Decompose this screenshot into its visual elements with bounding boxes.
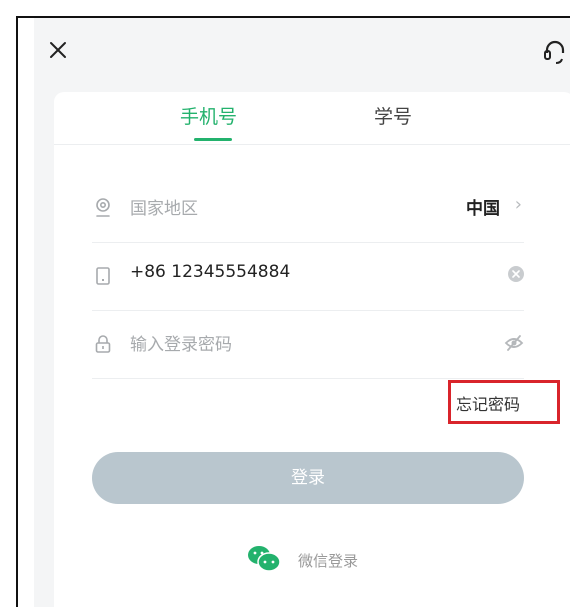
tab-active-indicator [194, 138, 232, 141]
login-tabs: 手机号 学号 [54, 92, 570, 145]
tab-phone[interactable]: 手机号 [180, 102, 237, 129]
wechat-icon [246, 544, 282, 574]
password-field[interactable]: 输入登录密码 [92, 310, 524, 379]
lock-icon [94, 334, 112, 354]
phone-field[interactable]: +86 12345554884 [92, 242, 524, 311]
login-screen: 手机号 学号 国家地区 中国 › +86 12345554884 输入登录密码 … [34, 18, 570, 607]
password-placeholder[interactable]: 输入登录密码 [130, 330, 232, 355]
phone-input-value[interactable]: +86 12345554884 [130, 262, 290, 282]
screenshot-frame: 手机号 学号 国家地区 中国 › +86 12345554884 输入登录密码 … [16, 16, 570, 607]
close-icon[interactable] [46, 38, 70, 62]
region-value: 中国 [466, 199, 500, 219]
region-label: 国家地区 [130, 199, 198, 219]
forgot-password-link[interactable]: 忘记密码 [456, 391, 520, 415]
chevron-right-icon: › [514, 194, 522, 215]
wechat-login-label: 微信登录 [298, 552, 359, 570]
phone-icon [94, 266, 112, 286]
login-button[interactable]: 登录 [92, 452, 524, 504]
location-pin-icon [94, 198, 112, 218]
clear-icon[interactable] [508, 266, 524, 282]
region-selector[interactable]: 国家地区 中国 › [92, 174, 524, 243]
headset-icon[interactable] [542, 38, 568, 66]
eye-hidden-icon[interactable] [504, 334, 524, 352]
tab-student-id[interactable]: 学号 [374, 102, 412, 129]
login-card: 手机号 学号 国家地区 中国 › +86 12345554884 输入登录密码 … [54, 92, 570, 607]
